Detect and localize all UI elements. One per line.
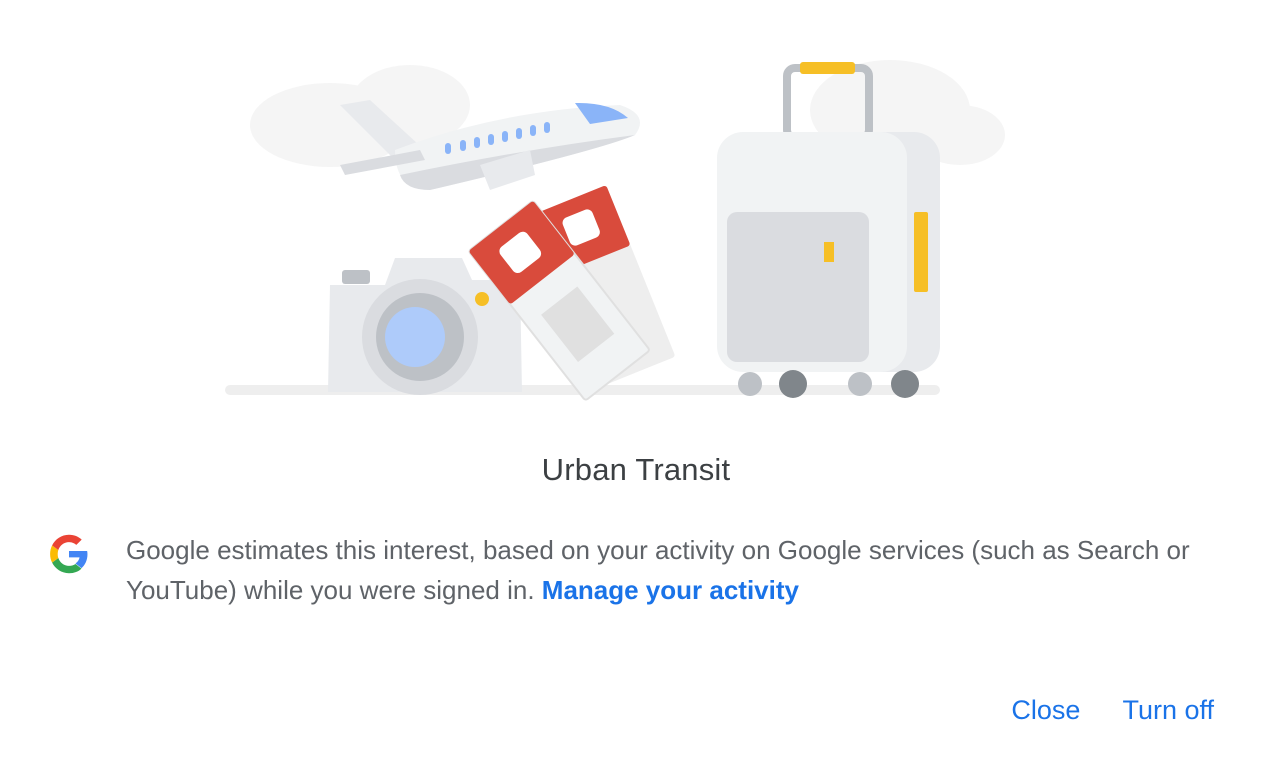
- travel-illustration: [225, 60, 1005, 401]
- dialog-actions: Close Turn off: [993, 690, 1232, 730]
- manage-activity-link[interactable]: Manage your activity: [542, 575, 799, 605]
- turn-off-button[interactable]: Turn off: [1104, 690, 1232, 730]
- google-logo-icon: [50, 534, 88, 574]
- close-button[interactable]: Close: [993, 690, 1098, 730]
- description-text: Google estimates this interest, based on…: [126, 530, 1216, 610]
- interest-dialog: Urban Transit Google estimates this inte…: [0, 0, 1272, 764]
- dialog-title: Urban Transit: [541, 452, 731, 487]
